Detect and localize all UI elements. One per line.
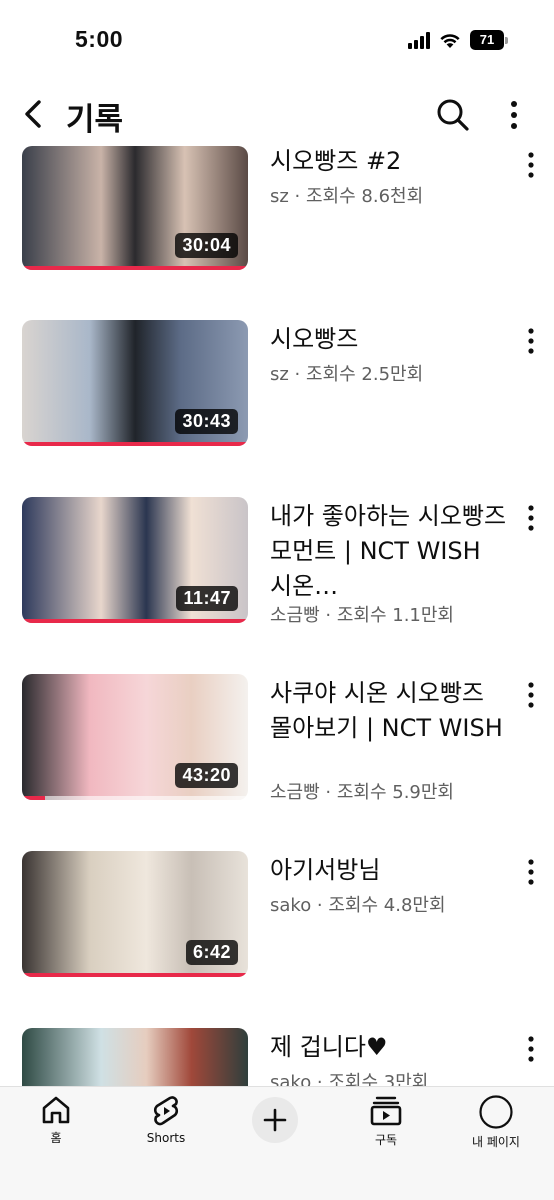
video-title[interactable]: 내가 좋아하는 시오빵즈 모먼트 | NCT WISH 시온… — [270, 499, 510, 604]
list-item[interactable]: 6:42 아기서방님 sako · 조회수 4.8만회 — [0, 851, 554, 981]
nav-my-page-label: 내 페이지 — [472, 1135, 520, 1149]
more-vert-icon[interactable] — [522, 857, 540, 887]
video-title[interactable]: 시오빵즈 #2 — [270, 144, 510, 179]
more-vert-icon[interactable] — [522, 1034, 540, 1064]
nav-shorts-label: Shorts — [146, 1131, 186, 1145]
video-meta: sz · 조회수 2.5만회 — [270, 364, 424, 385]
watch-progress — [22, 796, 45, 800]
video-title[interactable]: 시오빵즈 — [270, 322, 510, 357]
shorts-icon — [153, 1096, 179, 1126]
watch-progress — [22, 973, 248, 977]
home-icon — [42, 1096, 70, 1124]
bottom-nav: 홈 Shorts 구독 내 페이지 — [0, 1086, 554, 1200]
status-bar: 5:00 71 — [0, 0, 554, 84]
avatar-icon — [479, 1095, 513, 1129]
status-icons: 71 — [408, 30, 508, 50]
create-button[interactable] — [252, 1097, 298, 1143]
watch-progress — [22, 266, 248, 270]
video-meta: sako · 조회수 4.8만회 — [270, 895, 446, 916]
video-thumbnail[interactable]: 43:20 — [22, 674, 248, 800]
more-vert-icon[interactable] — [522, 680, 540, 710]
more-vert-icon[interactable] — [500, 98, 528, 132]
more-vert-icon[interactable] — [522, 326, 540, 356]
history-list[interactable]: 30:04 시오빵즈 #2 sz · 조회수 8.6천회 30:43 시오빵즈 … — [0, 144, 554, 1086]
video-meta: 소금빵 · 조회수 5.9만회 — [270, 782, 454, 803]
watch-progress — [22, 442, 248, 446]
more-vert-icon[interactable] — [522, 150, 540, 180]
video-thumbnail[interactable] — [22, 1028, 248, 1086]
video-meta: sz · 조회수 8.6천회 — [270, 186, 424, 207]
nav-subscriptions[interactable]: 구독 — [341, 1095, 431, 1155]
video-thumbnail[interactable]: 30:04 — [22, 146, 248, 270]
video-title[interactable]: 사쿠야 시온 시오빵즈 몰아보기 | NCT WISH — [270, 676, 510, 781]
duration-badge: 6:42 — [185, 940, 238, 965]
subscriptions-icon — [370, 1096, 402, 1126]
list-item[interactable]: 30:04 시오빵즈 #2 sz · 조회수 8.6천회 — [0, 144, 554, 274]
header: 기록 — [0, 84, 554, 144]
nav-shorts[interactable]: Shorts — [121, 1095, 211, 1155]
nav-home-label: 홈 — [50, 1131, 62, 1145]
signal-icon — [408, 31, 430, 49]
watch-progress — [22, 619, 248, 623]
video-thumbnail[interactable]: 30:43 — [22, 320, 248, 446]
video-meta: 소금빵 · 조회수 1.1만회 — [270, 605, 454, 626]
list-item[interactable]: 제 겁니다♥ sako · 조회수 3만회 — [0, 1028, 554, 1086]
duration-badge: 43:20 — [175, 763, 238, 788]
video-thumbnail[interactable]: 11:47 — [22, 497, 248, 623]
list-item[interactable]: 11:47 내가 좋아하는 시오빵즈 모먼트 | NCT WISH 시온… 소금… — [0, 497, 554, 627]
wifi-icon — [440, 34, 460, 48]
nav-home[interactable]: 홈 — [11, 1095, 101, 1155]
list-item[interactable]: 30:43 시오빵즈 sz · 조회수 2.5만회 — [0, 320, 554, 450]
duration-badge: 30:43 — [175, 409, 238, 434]
video-meta: sako · 조회수 3만회 — [270, 1072, 429, 1086]
status-time: 5:00 — [75, 26, 124, 52]
page-title: 기록 — [66, 102, 124, 138]
plus-icon — [263, 1108, 287, 1132]
video-title[interactable]: 제 겁니다♥ — [270, 1030, 510, 1065]
video-title[interactable]: 아기서방님 — [270, 853, 510, 888]
back-icon[interactable] — [18, 96, 48, 132]
battery-level: 71 — [470, 30, 504, 50]
list-item[interactable]: 43:20 사쿠야 시온 시오빵즈 몰아보기 | NCT WISH 소금빵 · … — [0, 674, 554, 804]
duration-badge: 11:47 — [176, 586, 238, 611]
more-vert-icon[interactable] — [522, 503, 540, 533]
search-icon[interactable] — [434, 96, 472, 134]
duration-badge: 30:04 — [175, 233, 238, 258]
watch-progress-track — [22, 796, 248, 800]
battery-icon: 71 — [470, 30, 508, 50]
nav-my-page[interactable]: 내 페이지 — [451, 1095, 541, 1155]
video-thumbnail[interactable]: 6:42 — [22, 851, 248, 977]
nav-subscriptions-label: 구독 — [374, 1133, 398, 1147]
